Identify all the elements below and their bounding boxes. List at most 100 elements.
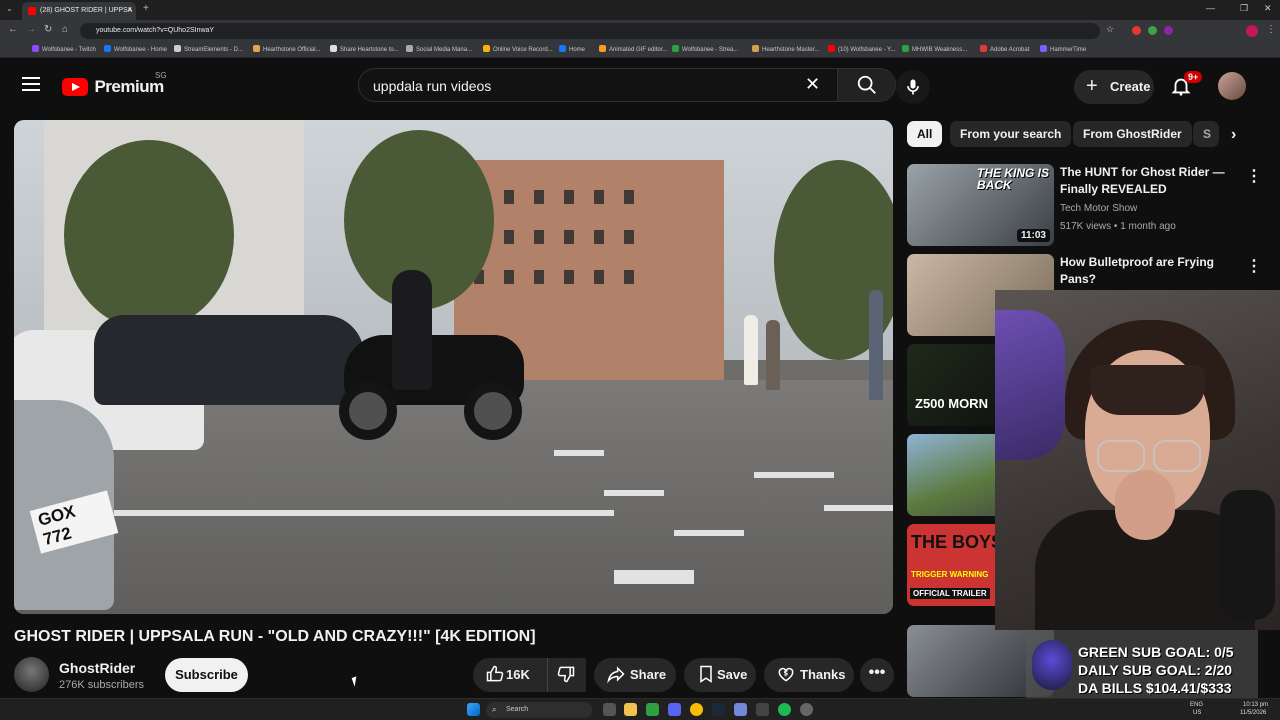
clock-time[interactable]: 10:13 pm: [1243, 702, 1268, 708]
voice-search-button[interactable]: [896, 70, 930, 104]
license-plate: GOX 772: [29, 490, 119, 554]
search-box[interactable]: uppdala run videos ✕: [358, 68, 896, 102]
bookmark-item[interactable]: MHWIB Weakness...: [902, 45, 967, 53]
more-vertical-icon[interactable]: ⋮: [1246, 256, 1262, 276]
input-language[interactable]: ENG: [1190, 702, 1203, 708]
tab-search-icon[interactable]: ⌄: [6, 4, 13, 13]
bookmark-item[interactable]: Animated GIF editor...: [599, 45, 667, 53]
goal-line: GREEN SUB GOAL: 0/5: [1078, 644, 1234, 660]
url-field[interactable]: youtube.com/watch?v=QUho2SInwaY: [80, 23, 1100, 39]
more-vertical-icon[interactable]: ⋮: [1246, 166, 1262, 186]
channel-name[interactable]: GhostRider: [59, 660, 135, 676]
recommendation-title[interactable]: The HUNT for Ghost Rider — Finally REVEA…: [1060, 164, 1240, 198]
extension-icon[interactable]: [1148, 26, 1157, 35]
chip-more[interactable]: S: [1193, 121, 1219, 147]
close-window-icon[interactable]: ✕: [1264, 3, 1272, 14]
bookmark-item[interactable]: Wolfsbanee - Home: [104, 45, 167, 53]
bookmark-item[interactable]: StreamElements - D...: [174, 45, 243, 53]
video-wheel: [339, 382, 397, 440]
address-bar-row: ← → ↻ ⌂ youtube.com/watch?v=QUho2SInwaY …: [0, 20, 1280, 42]
bookmark-item[interactable]: (10) Wolfsbanee - Y...: [828, 45, 895, 53]
bookmark-item[interactable]: Home: [559, 45, 585, 53]
video-pedestrian: [766, 320, 780, 390]
app-icon[interactable]: [756, 703, 769, 716]
bookmark-item[interactable]: Social Media Mana...: [406, 45, 472, 53]
thumbnail-subtext: OFFICIAL TRAILER: [910, 588, 990, 599]
bookmark-label: Online Voice Record...: [493, 47, 553, 53]
create-button[interactable]: + Create: [1074, 70, 1154, 104]
channel-avatar[interactable]: [14, 657, 49, 692]
discord-icon[interactable]: [734, 703, 747, 716]
youtube-play-icon: [62, 78, 88, 96]
bookmark-item[interactable]: Wolfsbanee - Strea...: [672, 45, 738, 53]
account-avatar[interactable]: [1218, 72, 1246, 100]
task-view-icon[interactable]: [603, 703, 616, 716]
video-pedestrian: [744, 315, 758, 385]
bookmark-favicon-icon: [174, 45, 181, 52]
home-icon[interactable]: ⌂: [62, 24, 68, 35]
spotify-icon[interactable]: [778, 703, 791, 716]
search-button[interactable]: [837, 69, 895, 101]
video-rider: [392, 270, 432, 390]
windows-start-icon[interactable]: [467, 703, 480, 716]
share-button[interactable]: Share: [594, 658, 676, 692]
bookmark-label: (10) Wolfsbanee - Y...: [838, 47, 896, 53]
chip-from-your-search[interactable]: From your search: [950, 121, 1072, 147]
dislike-button[interactable]: [547, 658, 586, 692]
browser-tab[interactable]: (28) GHOST RIDER | UPPSA ×: [22, 2, 136, 20]
video-wheel: [464, 382, 522, 440]
chevron-right-icon[interactable]: ›: [1231, 126, 1236, 144]
thumbnail-text: THE BOYS: [911, 532, 1004, 552]
back-icon[interactable]: ←: [8, 24, 18, 35]
forward-icon[interactable]: →: [26, 24, 36, 35]
recommendation-thumbnail[interactable]: THE KING IS BACK 11:03: [907, 164, 1054, 246]
taskbar-search[interactable]: ⌕ Search: [486, 702, 592, 718]
bookmark-star-icon[interactable]: ☆: [1106, 24, 1114, 35]
bookmark-item[interactable]: Wolfsbanee - Twitch: [32, 45, 96, 53]
save-button[interactable]: Save: [684, 658, 756, 692]
bookmark-label: Home: [569, 47, 586, 53]
chip-from-ghostrider[interactable]: From GhostRider: [1073, 121, 1192, 147]
thanks-button[interactable]: $ Thanks: [764, 658, 854, 692]
bookmark-item[interactable]: Hearthstone Official...: [253, 45, 321, 53]
share-icon: [607, 666, 625, 684]
bookmark-favicon-icon: [1040, 45, 1047, 52]
subscribe-button[interactable]: Subscribe: [165, 658, 248, 692]
app-icon[interactable]: [668, 703, 681, 716]
reload-icon[interactable]: ↻: [44, 24, 52, 35]
bookmark-label: Animated GIF editor...: [609, 47, 668, 53]
bookmark-item[interactable]: Online Voice Record...: [483, 45, 553, 53]
recommendation-channel[interactable]: Tech Motor Show: [1060, 200, 1137, 217]
new-tab-icon[interactable]: +: [143, 3, 149, 14]
video-player[interactable]: GOX 772: [14, 120, 893, 614]
chrome-icon[interactable]: [690, 703, 703, 716]
youtube-premium-logo[interactable]: Premium SG: [62, 71, 167, 97]
webcam-overlay: [995, 290, 1280, 630]
bookmark-favicon-icon: [902, 45, 909, 52]
bookmark-item[interactable]: Hearthstone Master...: [752, 45, 819, 53]
bookmark-label: Share Heartstone to...: [340, 47, 399, 53]
minimize-icon[interactable]: —: [1206, 3, 1215, 13]
clear-search-icon[interactable]: ✕: [805, 74, 820, 95]
maximize-icon[interactable]: ❐: [1240, 3, 1248, 14]
extension-icon[interactable]: [1164, 26, 1173, 35]
browser-menu-icon[interactable]: ⋮: [1266, 24, 1276, 35]
steam-icon[interactable]: [712, 703, 725, 716]
bookmark-item[interactable]: Adobe Acrobat: [980, 45, 1029, 53]
app-icon[interactable]: [646, 703, 659, 716]
bookmark-label: Hearthstone Master...: [762, 47, 820, 53]
chip-all[interactable]: All: [907, 121, 943, 147]
file-explorer-icon[interactable]: [624, 703, 637, 716]
extension-icon[interactable]: [1132, 26, 1141, 35]
thumbnail-text: Z500 MORN: [915, 396, 988, 411]
bookmark-item[interactable]: HammerTime: [1040, 45, 1086, 53]
profile-icon[interactable]: [1246, 25, 1258, 37]
bookmark-item[interactable]: Share Heartstone to...: [330, 45, 399, 53]
obs-icon[interactable]: [800, 703, 813, 716]
more-actions-button[interactable]: •••: [860, 658, 894, 692]
search-input[interactable]: uppdala run videos: [373, 78, 491, 94]
close-tab-icon[interactable]: ×: [127, 5, 132, 14]
menu-icon[interactable]: [22, 77, 40, 91]
recommendation-title[interactable]: How Bulletproof are Frying Pans?: [1060, 254, 1240, 288]
subscriber-count: 276K subscribers: [59, 679, 144, 691]
